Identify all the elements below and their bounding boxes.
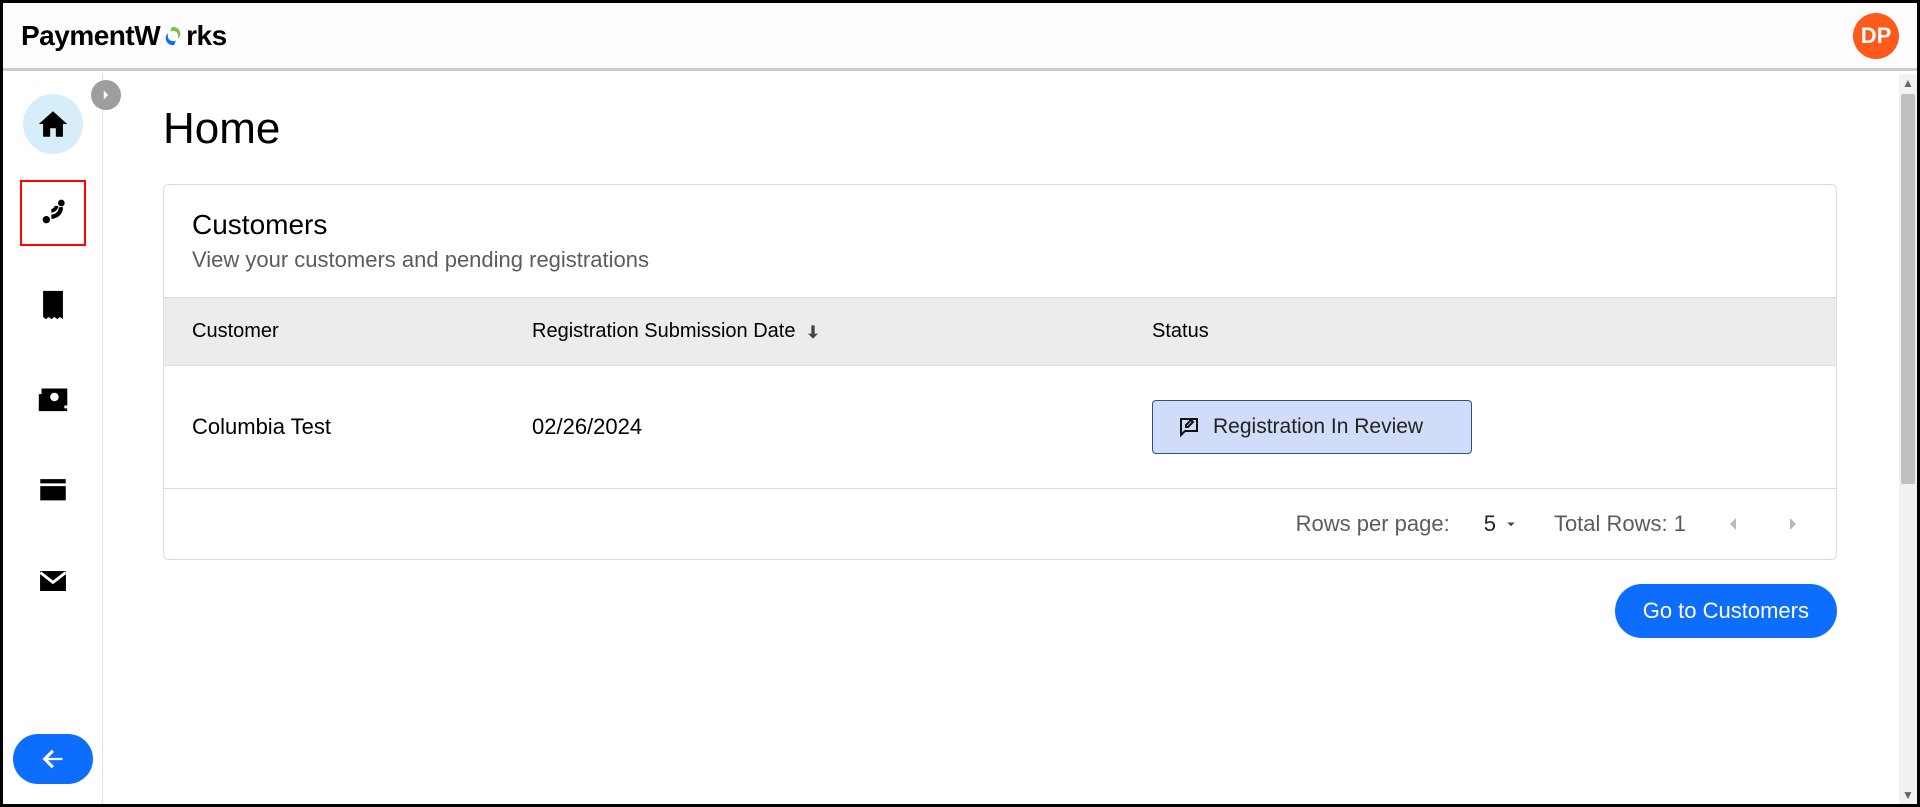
col-customer-header[interactable]: Customer bbox=[192, 320, 532, 343]
nav-news[interactable] bbox=[20, 456, 86, 522]
card-subtitle: View your customers and pending registra… bbox=[192, 247, 1808, 273]
side-nav bbox=[3, 74, 103, 804]
table-footer: Rows per page: 5 Total Rows: 1 bbox=[164, 489, 1836, 559]
user-avatar[interactable]: DP bbox=[1853, 13, 1899, 59]
scroll-down-arrow[interactable]: ▼ bbox=[1899, 786, 1917, 804]
rows-per-page-value: 5 bbox=[1484, 511, 1496, 537]
nav-home[interactable] bbox=[23, 94, 83, 154]
arrow-left-icon bbox=[39, 745, 67, 773]
home-icon bbox=[36, 107, 70, 141]
total-rows-label: Total Rows: 1 bbox=[1554, 511, 1686, 537]
chevron-right-icon bbox=[1781, 512, 1805, 536]
brand-logo: PaymentW rks bbox=[21, 20, 227, 52]
mail-icon bbox=[36, 564, 70, 598]
scroll-thumb[interactable] bbox=[1901, 94, 1915, 484]
caret-down-icon bbox=[1502, 515, 1520, 533]
connect-icon bbox=[33, 193, 73, 233]
status-chip[interactable]: Registration In Review bbox=[1152, 400, 1472, 454]
nav-connect[interactable] bbox=[20, 180, 86, 246]
payments-icon bbox=[36, 380, 70, 414]
vertical-scrollbar[interactable]: ▲ ▼ bbox=[1899, 74, 1917, 804]
news-icon bbox=[36, 472, 70, 506]
go-to-customers-button[interactable]: Go to Customers bbox=[1615, 584, 1837, 638]
nav-payments[interactable] bbox=[20, 364, 86, 430]
nav-messages[interactable] bbox=[20, 548, 86, 614]
cell-customer: Columbia Test bbox=[192, 414, 532, 440]
table-header: Customer Registration Submission Date St… bbox=[164, 297, 1836, 366]
table-row: Columbia Test 02/26/2024 Registration In… bbox=[164, 366, 1836, 489]
nav-invoices[interactable] bbox=[20, 272, 86, 338]
customers-card: Customers View your customers and pendin… bbox=[163, 184, 1837, 560]
page-title: Home bbox=[163, 104, 1837, 154]
scroll-up-arrow[interactable]: ▲ bbox=[1899, 74, 1917, 92]
logo-text-part1: PaymentW bbox=[21, 20, 160, 52]
cell-date: 02/26/2024 bbox=[532, 414, 1152, 440]
chevron-left-icon bbox=[1721, 512, 1745, 536]
top-header: PaymentW rks DP bbox=[3, 3, 1917, 71]
col-status-header[interactable]: Status bbox=[1152, 320, 1808, 343]
back-button[interactable] bbox=[13, 734, 93, 784]
avatar-initials: DP bbox=[1861, 23, 1892, 49]
next-page-button[interactable] bbox=[1780, 511, 1806, 537]
col-date-header[interactable]: Registration Submission Date bbox=[532, 320, 1152, 343]
rows-per-page-label: Rows per page: bbox=[1296, 511, 1450, 537]
status-label: Registration In Review bbox=[1213, 415, 1423, 439]
prev-page-button[interactable] bbox=[1720, 511, 1746, 537]
logo-swirl-icon bbox=[162, 21, 184, 51]
rows-per-page-select[interactable]: 5 bbox=[1484, 511, 1520, 537]
main-content: Home Customers View your customers and p… bbox=[103, 74, 1917, 804]
logo-text-part2: rks bbox=[186, 20, 227, 52]
col-date-label: Registration Submission Date bbox=[532, 320, 795, 343]
card-title: Customers bbox=[192, 209, 1808, 241]
receipt-icon bbox=[36, 288, 70, 322]
review-icon bbox=[1177, 415, 1201, 439]
sort-desc-icon bbox=[803, 322, 823, 342]
